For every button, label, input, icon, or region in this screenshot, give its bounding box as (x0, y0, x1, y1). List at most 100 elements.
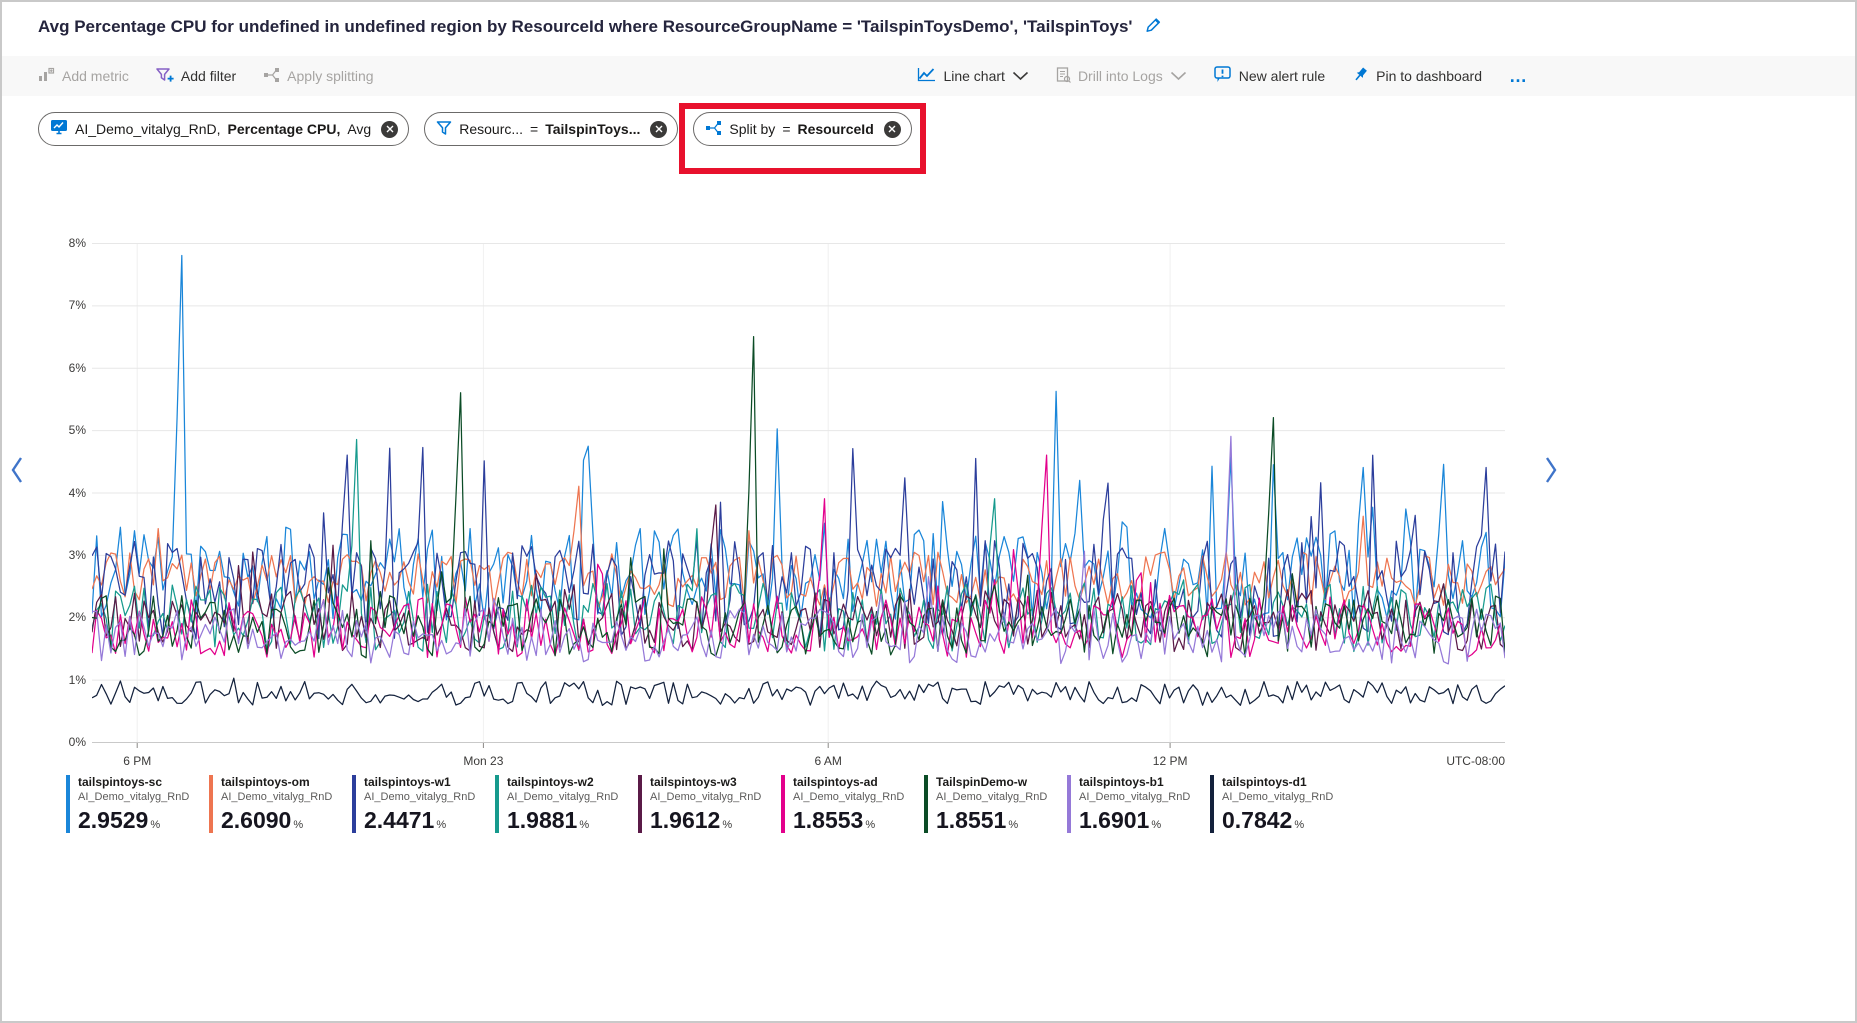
legend-series-name: tailspintoys-sc (78, 775, 189, 790)
legend-item-tailspintoys-w2[interactable]: tailspintoys-w2 AI_Demo_vitalyg_RnD 1.98… (495, 775, 630, 838)
split-by-chip[interactable]: Split by=ResourceId (693, 112, 911, 146)
percent-unit: % (865, 819, 875, 831)
alert-bubble-icon (1214, 66, 1232, 86)
legend-series-value: 1.9612% (650, 807, 761, 838)
legend-series-name: TailspinDemo-w (936, 775, 1047, 790)
split-icon (705, 120, 722, 139)
legend-color-bar (781, 775, 785, 833)
filter-chip[interactable]: Resourc... = TailspinToys... (424, 112, 678, 146)
add-filter-button[interactable]: Add filter (156, 67, 236, 86)
x-axis-label: 12 PM (1153, 754, 1188, 768)
split-chip-highlight-wrap: Split by=ResourceId (693, 112, 911, 146)
legend-resource-name: AI_Demo_vitalyg_RnD (78, 790, 189, 804)
metric-chip-scope: AI_Demo_vitalyg_RnD, (75, 121, 221, 137)
pencil-icon (1144, 16, 1164, 37)
y-axis-label: 6% (26, 360, 86, 376)
add-filter-icon (156, 67, 174, 86)
series-line-tailspintoys-sc (92, 256, 1505, 620)
toolbar-left-group: Add metric Add filter Apply splitting (38, 67, 374, 86)
percent-unit: % (1008, 819, 1018, 831)
percent-unit: % (150, 819, 160, 831)
legend-series-value: 1.8553% (793, 807, 904, 838)
percent-unit: % (722, 819, 732, 831)
legend-series-name: tailspintoys-b1 (1079, 775, 1190, 790)
apply-splitting-icon (263, 67, 280, 86)
legend-item-tailspintoys-sc[interactable]: tailspintoys-sc AI_Demo_vitalyg_RnD 2.95… (66, 775, 201, 838)
percent-unit: % (436, 819, 446, 831)
remove-filter-button[interactable] (650, 121, 667, 138)
legend-series-name: tailspintoys-d1 (1222, 775, 1333, 790)
chips-row: AI_Demo_vitalyg_RnD, Percentage CPU, Avg… (38, 112, 912, 146)
legend-series-value: 0.7842% (1222, 807, 1333, 838)
legend-color-bar (1067, 775, 1071, 833)
series-line-tailspintoys-d1 (92, 678, 1505, 705)
legend-item-TailspinDemo-w[interactable]: TailspinDemo-w AI_Demo_vitalyg_RnD 1.855… (924, 775, 1059, 838)
chevron-down-icon (1012, 68, 1029, 84)
y-axis-label: 4% (26, 485, 86, 501)
legend-item-tailspintoys-om[interactable]: tailspintoys-om AI_Demo_vitalyg_RnD 2.60… (209, 775, 344, 838)
chart: UTC-08:00 6 PMMon 236 AM12 PM0%1%2%3%4%5… (2, 233, 1857, 793)
legend-item-tailspintoys-ad[interactable]: tailspintoys-ad AI_Demo_vitalyg_RnD 1.85… (781, 775, 916, 838)
split-chip-label: Split by (729, 121, 775, 137)
series-line-tailspintoys-b1 (92, 436, 1505, 664)
legend-resource-name: AI_Demo_vitalyg_RnD (1079, 790, 1190, 804)
metrics-chart-page: Avg Percentage CPU for undefined in unde… (0, 0, 1857, 1023)
metric-monitor-icon (50, 119, 68, 139)
remove-metric-button[interactable] (381, 121, 398, 138)
logs-document-icon (1056, 67, 1071, 86)
next-chart-button[interactable] (1540, 451, 1562, 492)
legend-color-bar (638, 775, 642, 833)
filter-chip-value: TailspinToys... (545, 121, 640, 137)
x-axis-label: 6 PM (123, 754, 151, 768)
legend-item-tailspintoys-w1[interactable]: tailspintoys-w1 AI_Demo_vitalyg_RnD 2.44… (352, 775, 487, 838)
y-axis-label: 5% (26, 422, 86, 438)
legend-color-bar (924, 775, 928, 833)
legend-series-value: 1.6901% (1079, 807, 1190, 838)
legend-item-tailspintoys-d1[interactable]: tailspintoys-d1 AI_Demo_vitalyg_RnD 0.78… (1210, 775, 1345, 838)
chevron-down-icon (1170, 68, 1187, 84)
timezone-label: UTC-08:00 (1446, 754, 1505, 768)
pin-icon (1352, 66, 1369, 86)
chart-type-button[interactable]: Line chart (917, 67, 1028, 85)
y-axis-label: 3% (26, 547, 86, 563)
legend-color-bar (495, 775, 499, 833)
x-axis-label: 6 AM (814, 754, 841, 768)
legend-resource-name: AI_Demo_vitalyg_RnD (650, 790, 761, 804)
legend-color-bar (1210, 775, 1214, 833)
toolbar-right-group: Line chart Drill into Logs New alert rul… (917, 66, 1528, 86)
remove-split-button[interactable] (884, 121, 901, 138)
y-axis-label: 0% (26, 734, 86, 750)
legend-series-name: tailspintoys-w3 (650, 775, 761, 790)
edit-title-button[interactable] (1142, 14, 1166, 39)
y-axis-label: 1% (26, 672, 86, 688)
legend-series-name: tailspintoys-ad (793, 775, 904, 790)
legend-item-tailspintoys-w3[interactable]: tailspintoys-w3 AI_Demo_vitalyg_RnD 1.96… (638, 775, 773, 838)
legend-color-bar (352, 775, 356, 833)
apply-splitting-button[interactable]: Apply splitting (263, 67, 373, 86)
metric-chip-aggregation: Avg (347, 121, 371, 137)
legend-resource-name: AI_Demo_vitalyg_RnD (507, 790, 618, 804)
pin-to-dashboard-button[interactable]: Pin to dashboard (1352, 66, 1482, 86)
percent-unit: % (1294, 819, 1304, 831)
chart-plot[interactable] (92, 243, 1505, 751)
percent-unit: % (293, 819, 303, 831)
add-metric-button[interactable]: Add metric (38, 67, 129, 86)
legend-item-tailspintoys-b1[interactable]: tailspintoys-b1 AI_Demo_vitalyg_RnD 1.69… (1067, 775, 1202, 838)
legend-series-name: tailspintoys-w2 (507, 775, 618, 790)
filter-chip-property: Resourc... (459, 121, 523, 137)
legend-color-bar (209, 775, 213, 833)
legend-series-value: 1.8551% (936, 807, 1047, 838)
more-options-button[interactable]: … (1509, 67, 1528, 85)
legend-resource-name: AI_Demo_vitalyg_RnD (364, 790, 475, 804)
page-title: Avg Percentage CPU for undefined in unde… (38, 17, 1132, 37)
metric-chip[interactable]: AI_Demo_vitalyg_RnD, Percentage CPU, Avg (38, 112, 409, 146)
legend-color-bar (66, 775, 70, 833)
legend-series-value: 1.9881% (507, 807, 618, 838)
title-row: Avg Percentage CPU for undefined in unde… (38, 14, 1166, 39)
percent-unit: % (579, 819, 589, 831)
new-alert-rule-button[interactable]: New alert rule (1214, 66, 1325, 86)
y-axis-label: 8% (26, 235, 86, 251)
filter-chip-operator: = (530, 121, 538, 137)
previous-chart-button[interactable] (6, 451, 28, 492)
drill-into-logs-button[interactable]: Drill into Logs (1056, 67, 1187, 86)
